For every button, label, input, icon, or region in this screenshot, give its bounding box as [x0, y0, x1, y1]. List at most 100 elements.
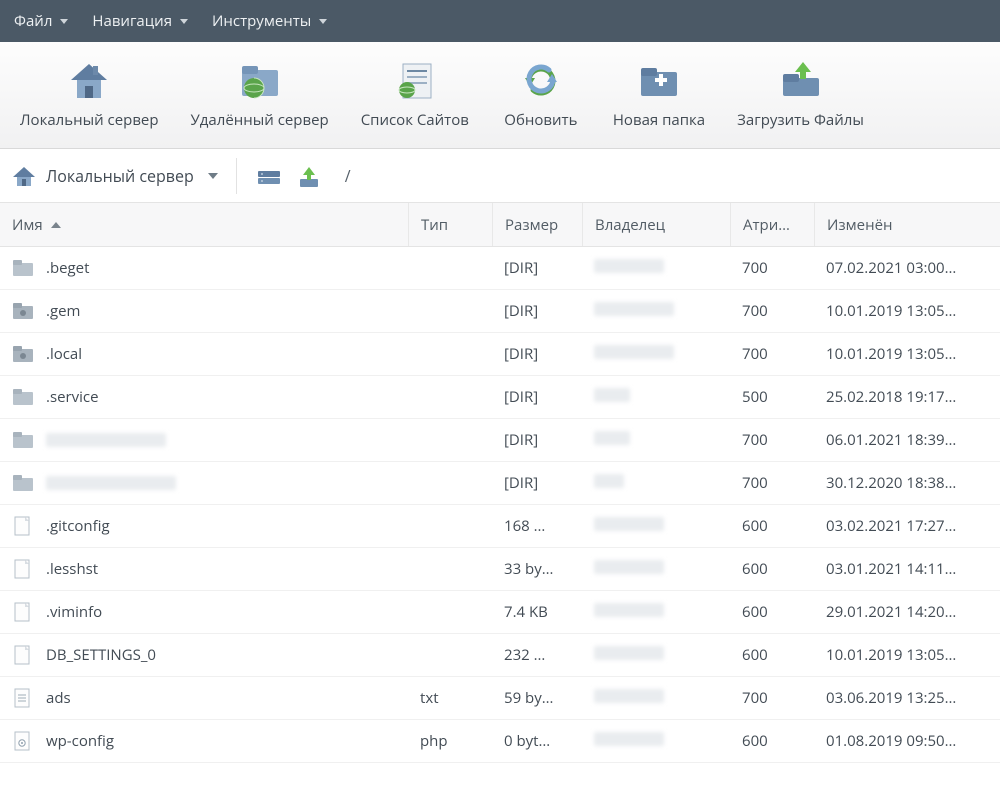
file-size: [DIR]: [492, 344, 582, 364]
file-icon: [12, 602, 34, 622]
folder-icon: [12, 387, 34, 407]
redacted-owner: [594, 732, 664, 746]
file-modified: 30.12.2020 18:38…: [814, 473, 1000, 493]
column-owner[interactable]: Владелец: [582, 203, 730, 246]
breadcrumb-path[interactable]: /: [345, 165, 351, 187]
refresh-button[interactable]: Обновить: [491, 54, 591, 134]
file-size: 168 …: [492, 516, 582, 536]
file-modified: 25.02.2018 19:17…: [814, 387, 1000, 407]
file-name: .gem: [46, 301, 80, 321]
file-modified: 03.01.2021 14:11…: [814, 559, 1000, 579]
site-list-button[interactable]: Список Сайтов: [351, 54, 479, 134]
location-selector[interactable]: Локальный сервер: [12, 165, 218, 187]
menu-label: Файл: [14, 11, 52, 31]
chevron-down-icon: [319, 19, 327, 24]
file-modified: 10.01.2019 13:05…: [814, 645, 1000, 665]
file-name: wp-config: [46, 731, 114, 751]
file-name: .gitconfig: [46, 516, 110, 536]
globe-folder-icon: [238, 58, 282, 102]
redacted-owner: [594, 388, 630, 402]
table-row[interactable]: .beget [DIR] 70007.02.2021 03:00…: [0, 247, 1000, 290]
file-size: 232 …: [492, 645, 582, 665]
redacted-owner: [594, 560, 664, 574]
file-attributes: 700: [730, 344, 814, 364]
table-row[interactable]: .gem[DIR]70010.01.2019 13:05…: [0, 290, 1000, 333]
go-up-button[interactable]: [295, 164, 323, 188]
file-attributes: 700: [730, 301, 814, 321]
file-attributes: 500: [730, 387, 814, 407]
upload-files-button[interactable]: Загрузить Файлы: [727, 54, 874, 134]
menu-tools[interactable]: Инструменты: [212, 11, 327, 31]
file-size: 0 byt…: [492, 731, 582, 751]
table-row[interactable]: DB_SETTINGS_0232 …60010.01.2019 13:05…: [0, 634, 1000, 677]
upload-icon: [779, 58, 823, 102]
table-row[interactable]: .viminfo7.4 KB60029.01.2021 14:20…: [0, 591, 1000, 634]
file-name: ads: [46, 688, 71, 708]
table-row[interactable]: .gitconfig168 …60003.02.2021 17:27…: [0, 505, 1000, 548]
tool-label: Удалённый сервер: [191, 110, 329, 130]
table-row[interactable]: [DIR]70030.12.2020 18:38…: [0, 462, 1000, 505]
file-size: 7.4 KB: [492, 602, 582, 622]
file-attributes: 600: [730, 602, 814, 622]
table-row[interactable]: wp-configphp0 byt…60001.08.2019 09:50…: [0, 720, 1000, 763]
column-name[interactable]: Имя: [0, 203, 408, 246]
tool-label: Обновить: [504, 110, 577, 130]
column-size[interactable]: Размер: [492, 203, 582, 246]
server-view-button[interactable]: [255, 164, 283, 188]
file-attributes: 700: [730, 473, 814, 493]
menu-bar: Файл Навигация Инструменты: [0, 0, 1000, 42]
file-owner: [582, 258, 730, 278]
file-name: .lesshst: [46, 559, 98, 579]
column-attributes[interactable]: Атри…: [730, 203, 814, 246]
file-modified: 03.06.2019 13:25…: [814, 688, 1000, 708]
file-name: .service: [46, 387, 99, 407]
toolbar: Локальный сервер Удалённый сервер Список…: [0, 42, 1000, 149]
file-owner: [582, 344, 730, 364]
column-type[interactable]: Тип: [408, 203, 492, 246]
file-attributes: 600: [730, 731, 814, 751]
file-type: txt: [408, 688, 492, 708]
table-row[interactable]: adstxt59 by…70003.06.2019 13:25…: [0, 677, 1000, 720]
file-owner: [582, 645, 730, 665]
tool-label: Список Сайтов: [361, 110, 469, 130]
redacted-name: [46, 433, 166, 447]
file-modified: 07.02.2021 03:00…: [814, 258, 1000, 278]
file-list: .beget[DIR]70007.02.2021 03:00….gem[DIR]…: [0, 247, 1000, 763]
file-text-icon: [12, 688, 34, 708]
file-code-icon: [12, 731, 34, 751]
folder-icon: [12, 430, 34, 450]
file-owner: [582, 559, 730, 579]
redacted-owner: [594, 517, 664, 531]
home-icon: [12, 165, 36, 187]
remote-server-button[interactable]: Удалённый сервер: [181, 54, 339, 134]
table-row[interactable]: .service [DIR] 50025.02.2018 19:17…: [0, 376, 1000, 419]
redacted-name: [46, 476, 176, 490]
tool-label: Локальный сервер: [20, 110, 159, 130]
location-bar: Локальный сервер /: [0, 149, 1000, 203]
table-row[interactable]: .local[DIR]70010.01.2019 13:05…: [0, 333, 1000, 376]
file-name: .viminfo: [46, 602, 102, 622]
file-modified: 01.08.2019 09:50…: [814, 731, 1000, 751]
menu-navigation[interactable]: Навигация: [92, 11, 188, 31]
local-server-button[interactable]: Локальный сервер: [10, 54, 169, 134]
column-modified[interactable]: Изменён: [814, 203, 1000, 246]
sort-asc-icon: [51, 222, 61, 228]
new-folder-button[interactable]: Новая папка: [603, 54, 715, 134]
table-row[interactable]: [DIR]70006.01.2021 18:39…: [0, 419, 1000, 462]
file-size: [DIR]: [492, 387, 582, 407]
menu-file[interactable]: Файл: [14, 11, 68, 31]
new-folder-icon: [637, 58, 681, 102]
divider: [236, 158, 237, 194]
menu-label: Навигация: [92, 11, 172, 31]
redacted-owner: [594, 345, 674, 359]
file-attributes: 700: [730, 258, 814, 278]
file-owner: [582, 516, 730, 536]
file-size: 33 by…: [492, 559, 582, 579]
file-name: .beget: [46, 258, 89, 278]
file-icon: [12, 516, 34, 536]
file-size: [DIR]: [492, 258, 582, 278]
file-modified: 10.01.2019 13:05…: [814, 344, 1000, 364]
file-owner: [582, 602, 730, 622]
table-row[interactable]: .lesshst33 by…60003.01.2021 14:11…: [0, 548, 1000, 591]
folder-icon: [12, 473, 34, 493]
